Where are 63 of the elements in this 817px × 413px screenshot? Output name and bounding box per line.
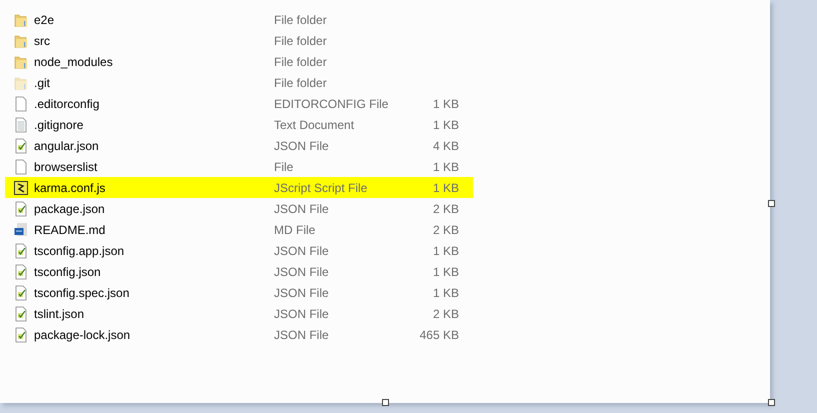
file-name: tsconfig.spec.json <box>34 286 130 300</box>
file-row[interactable]: tsconfig.app.json JSON File 1 KB <box>5 240 473 261</box>
file-row[interactable]: src File folder <box>5 30 473 51</box>
file-row[interactable]: tsconfig.json JSON File 1 KB <box>5 261 473 282</box>
file-name: karma.conf.js <box>34 180 106 194</box>
file-row[interactable]: angular.json JSON File 4 KB <box>5 135 473 156</box>
file-name: README.md <box>34 222 106 236</box>
file-type: JScript Script File <box>274 180 368 194</box>
file-type: JSON File <box>274 306 330 320</box>
file-type: JSON File <box>274 244 330 258</box>
file-name: package-lock.json <box>34 328 132 342</box>
file-type: JSON File <box>274 286 330 300</box>
file-name: tslint.json <box>34 306 86 320</box>
file-name: .gitignore <box>34 118 84 132</box>
file-row[interactable]: package.json JSON File 2 KB <box>5 198 473 219</box>
file-size: 4 KB <box>432 138 459 152</box>
file-name: .git <box>34 76 52 90</box>
file-type: JSON File <box>274 264 330 278</box>
file-size: 2 KB <box>432 222 459 236</box>
file-size: 1 KB <box>432 264 459 278</box>
file-name: package.json <box>34 202 106 216</box>
file-row[interactable]: README.md MD File 2 KB <box>5 219 473 240</box>
file-row[interactable]: .gitignore Text Document 1 KB <box>5 114 473 135</box>
file-type: MD File <box>274 222 316 236</box>
file-type: EDITORCONFIG File <box>274 96 390 110</box>
file-row[interactable]: browserslist File 1 KB <box>5 156 473 177</box>
file-name: src <box>34 34 51 48</box>
file-row[interactable]: package-lock.json JSON File 465 KB <box>5 324 473 345</box>
file-size: 465 KB <box>418 328 459 342</box>
file-name: browserslist <box>34 160 98 174</box>
file-type: File folder <box>274 54 328 68</box>
file-size: 1 KB <box>432 96 459 110</box>
resize-handle[interactable] <box>382 399 389 406</box>
file-row[interactable]: karma.conf.js JScript Script File 1 KB <box>5 177 473 198</box>
file-row[interactable]: e2e File folder <box>5 9 473 30</box>
file-size: 1 KB <box>432 118 459 132</box>
file-row[interactable]: .editorconfig EDITORCONFIG File 1 KB <box>5 93 473 114</box>
file-size: 1 KB <box>432 160 459 174</box>
resize-handle[interactable] <box>768 200 775 207</box>
file-row[interactable]: node_modules File folder <box>5 51 473 72</box>
file-type: JSON File <box>274 202 330 216</box>
file-name: .editorconfig <box>34 96 100 110</box>
file-row[interactable]: .git File folder <box>5 72 473 93</box>
resize-handle[interactable] <box>768 399 775 406</box>
file-size: 1 KB <box>432 244 459 258</box>
file-type: JSON File <box>274 138 330 152</box>
file-name: e2e <box>34 12 56 26</box>
file-size: 1 KB <box>432 286 459 300</box>
file-size: 2 KB <box>432 202 459 216</box>
file-row[interactable]: tslint.json JSON File 2 KB <box>5 303 473 324</box>
file-type: Text Document <box>274 118 356 132</box>
file-name: tsconfig.app.json <box>34 244 126 258</box>
file-type: File <box>274 160 294 174</box>
file-name: node_modules <box>34 54 114 68</box>
file-row[interactable]: tsconfig.spec.json JSON File 1 KB <box>5 282 473 303</box>
file-type: File folder <box>274 34 328 48</box>
file-type: File folder <box>274 76 328 90</box>
file-size: 2 KB <box>432 306 459 320</box>
file-size: 1 KB <box>432 180 459 194</box>
file-name: tsconfig.json <box>34 264 102 278</box>
file-name: angular.json <box>34 138 100 152</box>
file-type: File folder <box>274 12 328 26</box>
file-type: JSON File <box>274 328 330 342</box>
